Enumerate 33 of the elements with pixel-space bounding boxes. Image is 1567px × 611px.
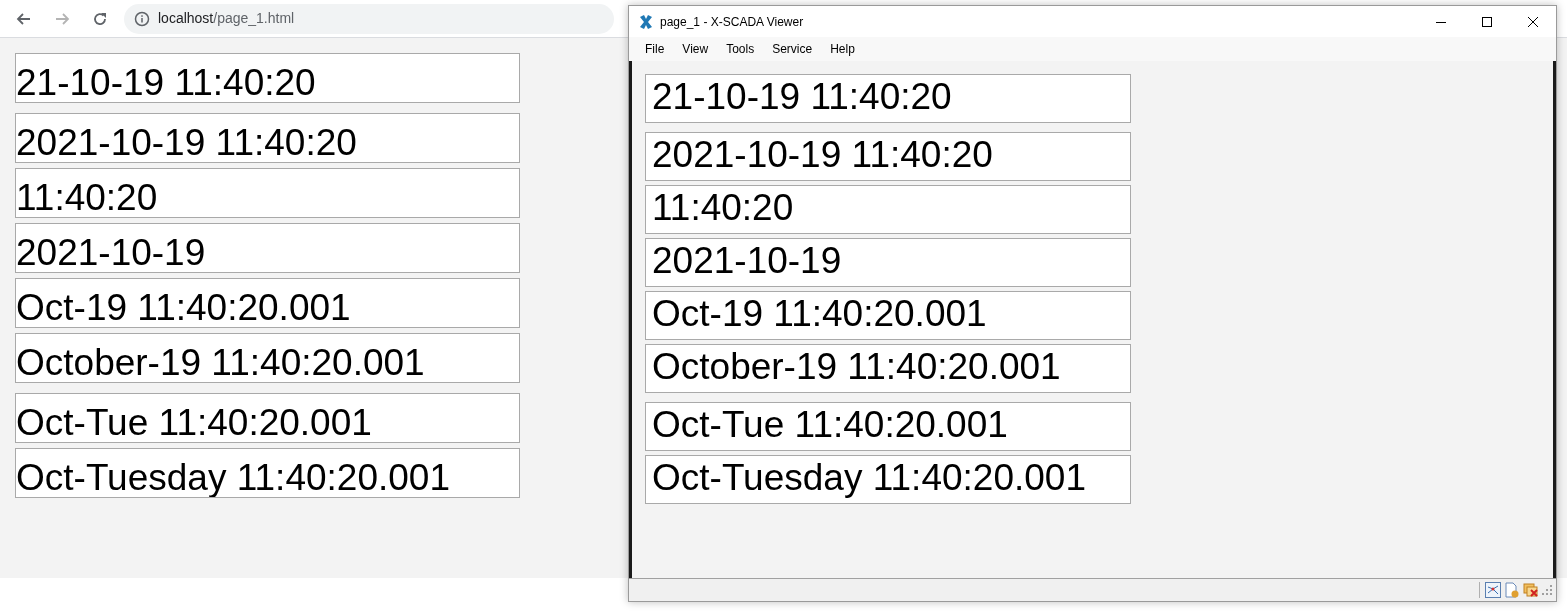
time-display: 11:40:20 [645, 185, 1131, 234]
time-display: October-19 11:40:20.001 [15, 333, 520, 383]
time-display: 2021-10-19 11:40:20 [645, 132, 1131, 181]
menu-item[interactable]: Service [763, 40, 822, 58]
app-icon [638, 13, 654, 30]
time-display: Oct-Tue 11:40:20.001 [15, 393, 520, 443]
connection-icon[interactable] [1485, 582, 1501, 598]
address-bar[interactable]: localhost/page_1.html [124, 3, 614, 34]
time-display: Oct-19 11:40:20.001 [15, 278, 520, 328]
reload-icon [92, 10, 108, 27]
time-display: 2021-10-19 [645, 238, 1131, 287]
maximize-icon [1482, 16, 1492, 27]
time-display: October-19 11:40:20.001 [645, 344, 1131, 393]
menu-item[interactable]: Help [821, 40, 864, 58]
resize-grip-icon[interactable] [1542, 585, 1552, 595]
time-display: Oct-Tuesday 11:40:20.001 [645, 455, 1131, 504]
time-display: 21-10-19 11:40:20 [645, 74, 1131, 123]
forward-icon [54, 10, 70, 27]
time-display: Oct-19 11:40:20.001 [645, 291, 1131, 340]
time-display: 11:40:20 [15, 168, 520, 218]
time-display: 21-10-19 11:40:20 [15, 53, 520, 103]
url-text: localhost/page_1.html [158, 9, 295, 28]
time-display: 2021-10-19 [15, 223, 520, 273]
menu-item[interactable]: File [636, 40, 674, 58]
window-close-icon[interactable] [1523, 582, 1539, 598]
time-display: 2021-10-19 11:40:20 [15, 113, 520, 163]
back-icon [16, 10, 32, 27]
time-display: Oct-Tue 11:40:20.001 [645, 402, 1131, 451]
window-title: page_1 - X-SCADA Viewer [660, 13, 804, 31]
info-icon [134, 10, 150, 27]
menu-item[interactable]: Tools [717, 40, 764, 58]
close-icon [1528, 16, 1538, 27]
menu-item[interactable]: View [673, 40, 718, 58]
